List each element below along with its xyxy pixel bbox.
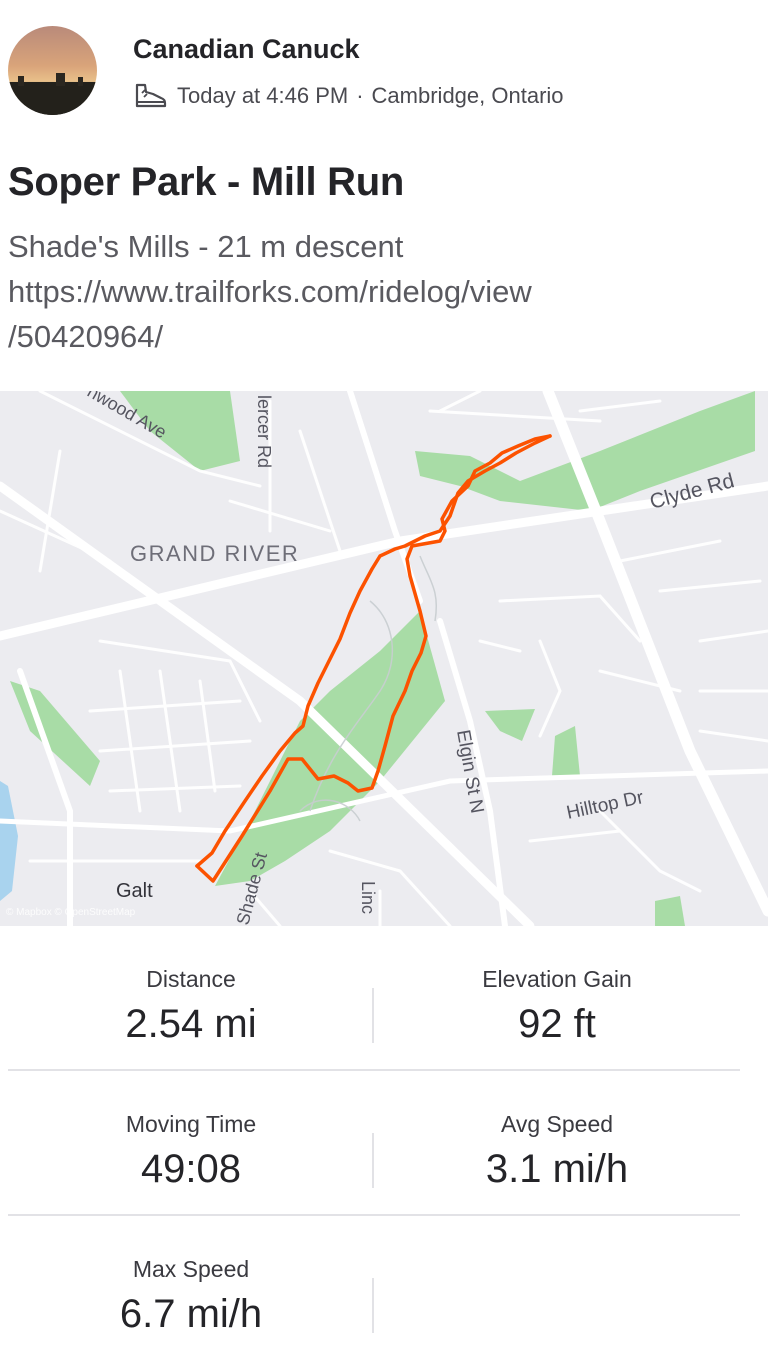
stat-label: Avg Speed <box>500 1111 614 1137</box>
stats-row: Moving Time 49:08 Avg Speed 3.1 mi/h <box>8 1071 740 1216</box>
athlete-name[interactable]: Canadian Canuck <box>133 34 360 65</box>
stat-divider <box>372 1278 374 1333</box>
map-label-grand-river: GRAND RIVER <box>130 541 299 566</box>
stat-moving-time: Moving Time 49:08 <box>8 1071 374 1216</box>
stat-max-speed: Max Speed 6.7 mi/h <box>8 1216 374 1361</box>
description-link-cont[interactable]: /50420964/ <box>8 314 748 359</box>
stat-value: 92 ft <box>518 1002 596 1046</box>
stat-label: Max Speed <box>132 1256 250 1282</box>
stat-value: 6.7 mi/h <box>119 1292 263 1336</box>
activity-description: Shade's Mills - 21 m descent https://www… <box>8 224 748 359</box>
meta-separator: · <box>356 83 364 108</box>
activity-meta: Today at 4:46 PM · Cambridge, Ontario <box>133 82 564 110</box>
hiking-boot-icon <box>133 82 167 110</box>
stat-value: 3.1 mi/h <box>485 1147 629 1191</box>
activity-title: Soper Park - Mill Run <box>8 160 404 204</box>
activity-stats: Distance 2.54 mi Elevation Gain 92 ft Mo… <box>0 926 768 1364</box>
stats-row: Distance 2.54 mi Elevation Gain 92 ft <box>8 926 740 1071</box>
stat-label: Moving Time <box>125 1111 257 1137</box>
stat-label: Distance <box>146 966 236 992</box>
stat-value: 49:08 <box>140 1147 242 1191</box>
activity-header: Canadian Canuck Today at 4:46 PM · Cambr… <box>0 0 768 140</box>
map-label-galt: Galt <box>116 880 153 902</box>
stat-distance: Distance 2.54 mi <box>8 926 374 1071</box>
description-line: Shade's Mills - 21 m descent <box>8 229 404 264</box>
stats-row: Max Speed 6.7 mi/h <box>8 1216 740 1361</box>
stat-avg-speed: Avg Speed 3.1 mi/h <box>374 1071 740 1216</box>
park-area <box>655 896 685 926</box>
map-attribution: © Mapbox © OpenStreetMap <box>6 907 136 918</box>
athlete-avatar[interactable] <box>8 26 97 115</box>
map-label-linc: Linc <box>358 881 378 914</box>
activity-time: Today at 4:46 PM <box>177 83 349 108</box>
route-map[interactable]: nwood Ave lercer Rd Clyde Rd GRAND RIVER… <box>0 391 768 926</box>
activity-location: Cambridge, Ontario <box>371 83 564 108</box>
stat-value: 2.54 mi <box>125 1002 257 1046</box>
description-link[interactable]: https://www.trailforks.com/ridelog/view <box>8 269 748 314</box>
stat-elevation-gain: Elevation Gain 92 ft <box>374 926 740 1071</box>
stat-label: Elevation Gain <box>482 966 632 992</box>
map-label-mercer-rd: lercer Rd <box>254 395 274 468</box>
